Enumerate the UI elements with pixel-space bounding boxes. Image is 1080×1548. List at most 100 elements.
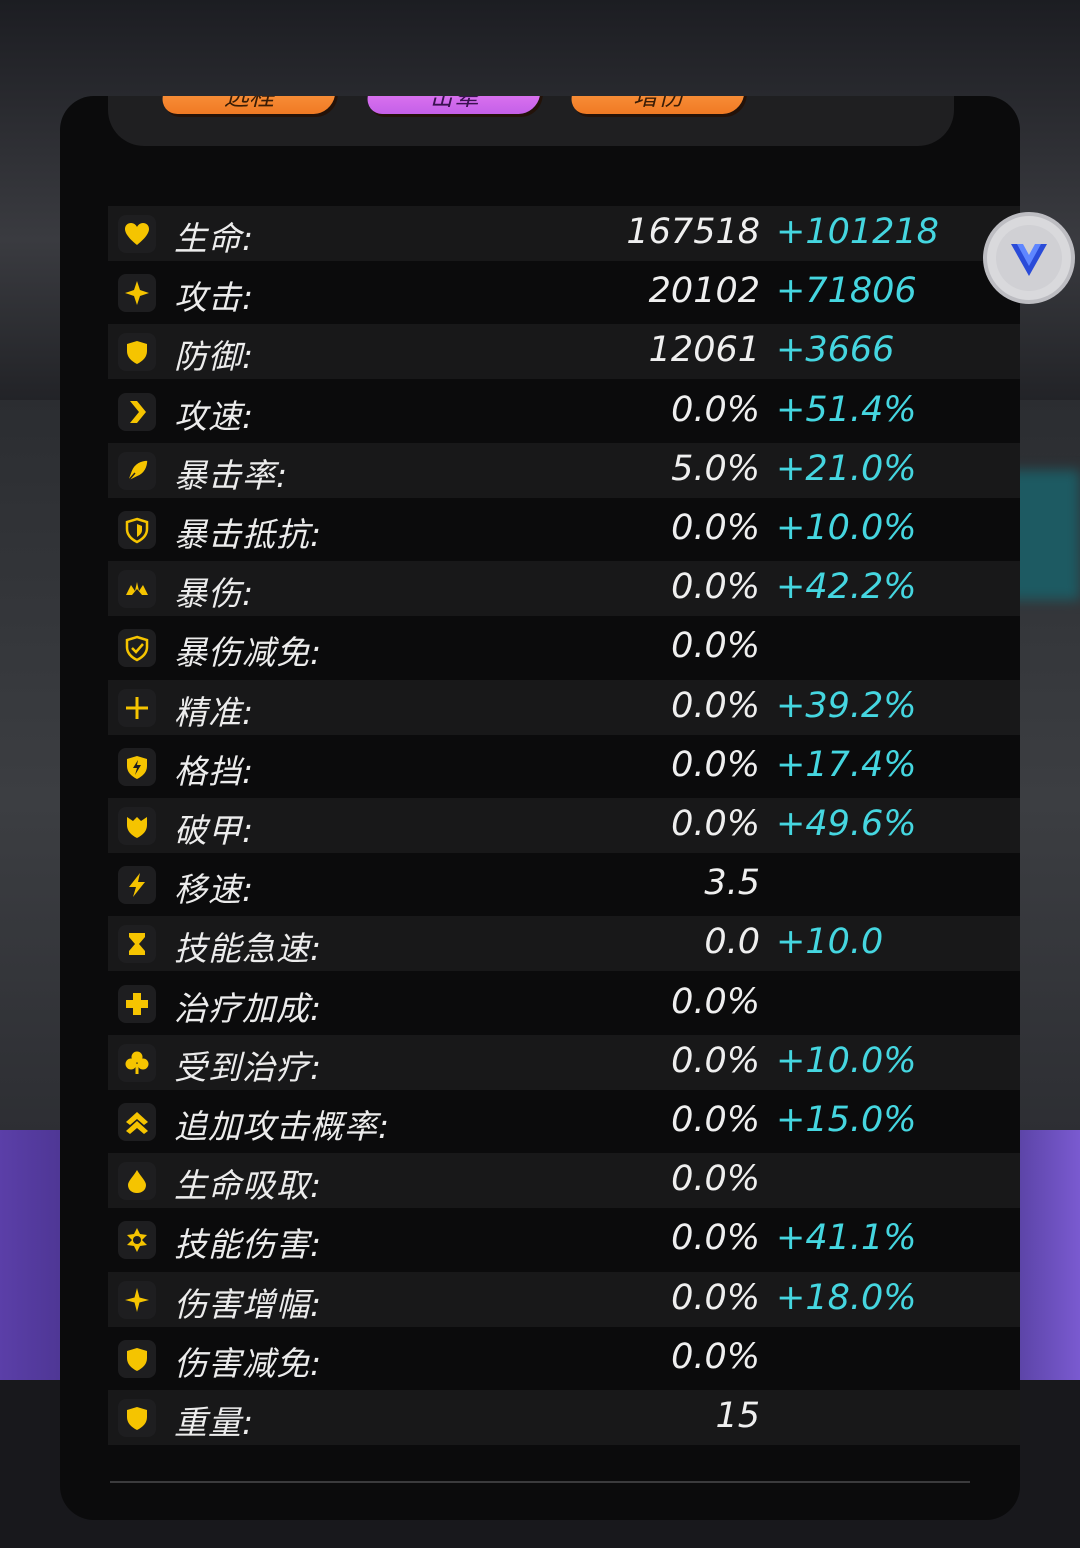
double-chevron-up-icon	[118, 1103, 156, 1141]
stat-base-value: 20102	[648, 271, 760, 312]
stat-base-value: 0.0%	[671, 508, 760, 548]
stat-row: 技能急速: 0.0 +10.0	[108, 916, 1020, 972]
stat-label: 防御:	[174, 337, 255, 377]
stat-row: 伤害减免: 0.0%	[108, 1331, 1020, 1386]
stat-bonus-value: +10.0%	[776, 508, 917, 548]
stat-label: 精准:	[174, 692, 255, 732]
shield-icon	[118, 333, 156, 372]
stat-row: 重量: 15	[108, 1390, 1020, 1445]
stat-label: 移速:	[174, 870, 255, 910]
stat-base-value: 0.0%	[671, 626, 760, 667]
four-point-star-icon	[118, 1280, 156, 1319]
stat-label: 技能伤害:	[174, 1225, 323, 1265]
stat-row: 暴伤减免: 0.0%	[108, 620, 1020, 675]
stat-bonus-value: +39.2%	[776, 685, 917, 726]
stat-base-value: 0.0%	[671, 804, 760, 844]
stat-row: 暴伤: 0.0% +42.2%	[108, 561, 1020, 617]
heart-icon	[118, 215, 156, 253]
stat-bonus-value: +21.0%	[776, 448, 917, 489]
stat-base-value: 0.0%	[671, 1277, 760, 1318]
shield-outline-icon	[118, 511, 156, 549]
stat-row: 精准: 0.0% +39.2%	[108, 679, 1020, 735]
stat-label: 生命:	[174, 219, 255, 258]
stat-base-value: 0.0%	[671, 389, 760, 430]
shield-check-icon	[118, 629, 156, 668]
crosshair-icon	[118, 688, 156, 727]
stat-label: 生命吸取:	[174, 1166, 323, 1206]
stat-row: 伤害增幅: 0.0% +18.0%	[108, 1271, 1020, 1327]
stat-row: 攻击: 20102 +71806	[108, 265, 1020, 320]
stat-bonus-value: +3666	[776, 330, 895, 371]
stat-bonus-value: +15.0%	[776, 1100, 917, 1140]
stat-row: 受到治疗: 0.0% +10.0%	[108, 1034, 1020, 1090]
stat-base-value: 0.0%	[671, 1218, 760, 1259]
blade-icon	[118, 451, 156, 490]
stats-panel: 远程 击晕 增伤 生命: 167518 +101218 攻击: 20102 +71806 防…	[60, 96, 1020, 1520]
stat-bonus-value: +10.0	[776, 922, 884, 963]
gear-star-icon	[118, 1221, 156, 1260]
stat-label: 暴击抵抗:	[174, 515, 323, 554]
stat-row: 防御: 12061 +3666	[108, 324, 1020, 380]
stat-bonus-value: +51.4%	[776, 389, 917, 430]
stat-row: 暴击率: 5.0% +21.0%	[108, 442, 1020, 498]
stat-label: 受到治疗:	[174, 1047, 323, 1087]
stat-base-value: 0.0	[704, 922, 760, 963]
stat-base-value: 5.0%	[671, 448, 760, 489]
stat-label: 暴伤:	[174, 574, 255, 614]
floating-assistant-button[interactable]	[983, 212, 1075, 304]
v-logo-icon	[1011, 244, 1047, 276]
stat-label: 重量:	[174, 1403, 255, 1442]
stat-base-value: 0.0%	[671, 1100, 760, 1140]
stat-row: 技能伤害: 0.0% +41.1%	[108, 1212, 1020, 1267]
stat-bonus-value: +17.4%	[776, 744, 917, 785]
stat-label: 追加攻击概率:	[174, 1107, 391, 1146]
stat-row: 生命: 167518 +101218	[108, 206, 1020, 261]
stat-base-value: 0.0%	[671, 1040, 760, 1081]
stat-base-value: 0.0%	[671, 981, 760, 1022]
shield-icon	[118, 1339, 156, 1378]
shield-bolt-icon	[118, 747, 156, 786]
stat-row: 生命吸取: 0.0%	[108, 1153, 1020, 1209]
sparkle-icon	[118, 274, 156, 313]
hourglass-icon	[118, 925, 156, 964]
stat-bonus-value: +18.0%	[776, 1277, 917, 1318]
stat-bonus-value: +41.1%	[776, 1218, 917, 1259]
stat-base-value: 0.0%	[671, 1336, 760, 1377]
chevron-right-icon	[118, 392, 156, 431]
stat-label: 治疗加成:	[174, 988, 323, 1028]
stat-label: 格挡:	[174, 751, 255, 791]
divider	[110, 1481, 970, 1483]
stat-base-value: 167518	[626, 212, 760, 252]
lightning-icon	[118, 866, 156, 905]
stat-row: 攻速: 0.0% +51.4%	[108, 384, 1020, 439]
stat-row: 破甲: 0.0% +49.6%	[108, 798, 1020, 853]
tag-bar: 远程 击晕 增伤	[108, 96, 954, 146]
stat-bonus-value: +42.2%	[776, 567, 917, 608]
stat-bonus-value: +101218	[776, 212, 939, 252]
stat-label: 攻速:	[174, 396, 255, 436]
medical-cross-icon	[118, 984, 156, 1023]
tag-damage-boost[interactable]: 增伤	[568, 96, 748, 114]
stat-row: 治疗加成: 0.0%	[108, 976, 1020, 1031]
stat-base-value: 0.0%	[671, 685, 760, 726]
tag-ranged[interactable]: 远程	[159, 96, 339, 114]
stat-row: 暴击抵抗: 0.0% +10.0%	[108, 502, 1020, 557]
stat-base-value: 12061	[648, 330, 760, 371]
stat-base-value: 0.0%	[671, 567, 760, 608]
stat-label: 暴击率:	[174, 455, 289, 495]
shield-icon	[118, 1399, 156, 1437]
stat-base-value: 0.0%	[671, 744, 760, 785]
drop-icon	[118, 1162, 156, 1201]
crown-icon	[118, 570, 156, 609]
stat-label: 伤害减免:	[174, 1343, 323, 1383]
tag-stun[interactable]: 击晕	[364, 96, 544, 114]
stat-label: 破甲:	[174, 811, 255, 850]
clover-icon	[118, 1043, 156, 1082]
stat-row: 格挡: 0.0% +17.4%	[108, 739, 1020, 794]
stat-base-value: 15	[715, 1396, 760, 1436]
stat-row: 移速: 3.5	[108, 857, 1020, 912]
stat-label: 伤害增幅:	[174, 1284, 323, 1324]
stat-row: 追加攻击概率: 0.0% +15.0%	[108, 1094, 1020, 1149]
stat-label: 技能急速:	[174, 929, 323, 969]
stat-label: 暴伤减免:	[174, 633, 323, 673]
